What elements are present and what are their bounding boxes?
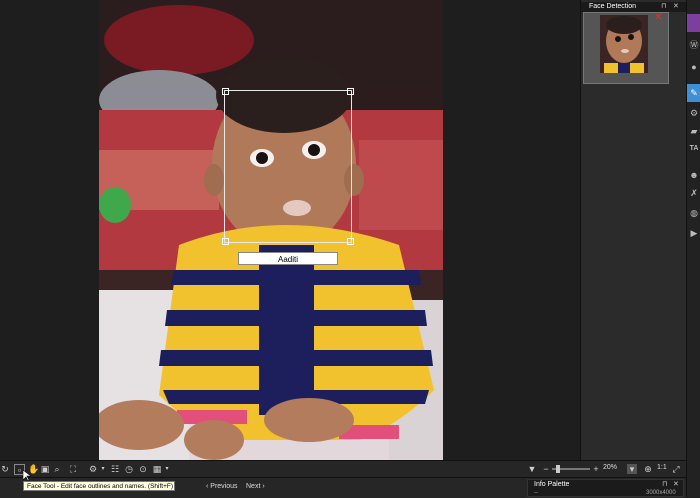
- remove-face-icon[interactable]: ✕: [654, 12, 662, 23]
- panel-title: Face Detection: [589, 3, 637, 10]
- previous-button[interactable]: ‹ Previous: [206, 483, 238, 490]
- display-icon[interactable]: ▦: [152, 464, 162, 474]
- bottom-toolbar: ↻ ▫ ✋ ▣ ⌕ ⛶ ⚙ ▾ ☷ ◷ ⊙ ▦ ▾ ▼ − + 20% ▾ ⊕ …: [0, 460, 686, 478]
- brand-tab[interactable]: [687, 14, 700, 32]
- next-button[interactable]: Next ›: [246, 483, 265, 490]
- zoom-dropdown-icon[interactable]: ▾: [627, 464, 637, 474]
- face-thumbnail[interactable]: [600, 15, 648, 73]
- image-dimensions: 3000x4000: [646, 490, 676, 496]
- play-icon[interactable]: ▶: [689, 228, 699, 238]
- face-tool-tooltip: Face Tool - Edit face outlines and names…: [23, 481, 175, 491]
- panel-header: Face Detection ⊓ ✕: [581, 2, 687, 12]
- info-dash: --: [534, 490, 538, 496]
- face-detection-panel: Face Detection ⊓ ✕ ✕: [580, 0, 687, 460]
- zoom-level: 20%: [603, 464, 618, 471]
- pin-icon[interactable]: ⊓: [661, 2, 666, 10]
- slideshow-icon[interactable]: ⊙: [138, 464, 148, 474]
- next-label: Next: [246, 483, 261, 490]
- previous-label: Previous: [210, 483, 238, 490]
- settings-dropdown-icon[interactable]: ▾: [98, 464, 108, 474]
- pin-tab[interactable]: ✎: [687, 84, 700, 102]
- info-palette-title: Info Palette: [534, 481, 570, 488]
- fullscreen-icon[interactable]: ⤢: [671, 464, 681, 474]
- zoom-in-icon[interactable]: +: [591, 464, 601, 474]
- close-panel-icon[interactable]: ✕: [673, 2, 679, 10]
- fit-screen-icon[interactable]: ⛶: [68, 464, 78, 474]
- text-icon[interactable]: TA: [689, 144, 699, 154]
- info-close-icon[interactable]: ✕: [673, 480, 679, 488]
- flickr-icon[interactable]: ●: [689, 62, 699, 72]
- face-name-input[interactable]: Aaditi: [238, 252, 338, 265]
- resize-handle-bottom-right[interactable]: [347, 238, 354, 245]
- zoom-slider-thumb[interactable]: [556, 465, 560, 473]
- resize-handle-bottom-left[interactable]: [222, 238, 229, 245]
- person-icon[interactable]: ☻: [689, 170, 699, 180]
- comment-icon[interactable]: ▰: [689, 126, 699, 136]
- network-icon[interactable]: ⚙: [689, 108, 699, 118]
- face-outline-box[interactable]: [222, 88, 354, 245]
- wordpress-icon[interactable]: Ⓦ: [689, 40, 699, 50]
- info-palette: Info Palette ⊓ ✕ -- 3000x4000: [527, 479, 684, 497]
- rotate-icon[interactable]: ↻: [0, 464, 10, 474]
- adjust-icon[interactable]: ☷: [110, 464, 120, 474]
- resize-handle-top-left[interactable]: [222, 88, 229, 95]
- zoom-slider[interactable]: [552, 465, 590, 473]
- wrench-icon[interactable]: ✗: [689, 188, 699, 198]
- zoom-out-icon[interactable]: −: [541, 464, 551, 474]
- actual-size-button[interactable]: 1:1: [657, 464, 667, 471]
- select-tool-icon[interactable]: ▣: [40, 464, 50, 474]
- mouse-cursor-icon: [23, 470, 31, 482]
- history-icon[interactable]: ◷: [124, 464, 134, 474]
- resize-handle-top-right[interactable]: [347, 88, 354, 95]
- magnify-icon[interactable]: ⊕: [643, 464, 653, 474]
- right-sidebar: Ⓦ ● ✎ ⚙ ▰ TA ☻ ✗ ◍ ▶: [686, 0, 700, 497]
- zoom-tool-icon[interactable]: ⌕: [52, 464, 62, 474]
- display-dropdown-icon[interactable]: ▾: [162, 464, 172, 474]
- settings-icon[interactable]: ⚙: [88, 464, 98, 474]
- pin-icon: ✎: [690, 88, 698, 98]
- filter-dropdown-icon[interactable]: ▼: [527, 464, 537, 474]
- globe-icon[interactable]: ◍: [689, 208, 699, 218]
- info-pin-icon[interactable]: ⊓: [662, 480, 667, 488]
- face-thumbnail-frame[interactable]: ✕: [583, 12, 669, 84]
